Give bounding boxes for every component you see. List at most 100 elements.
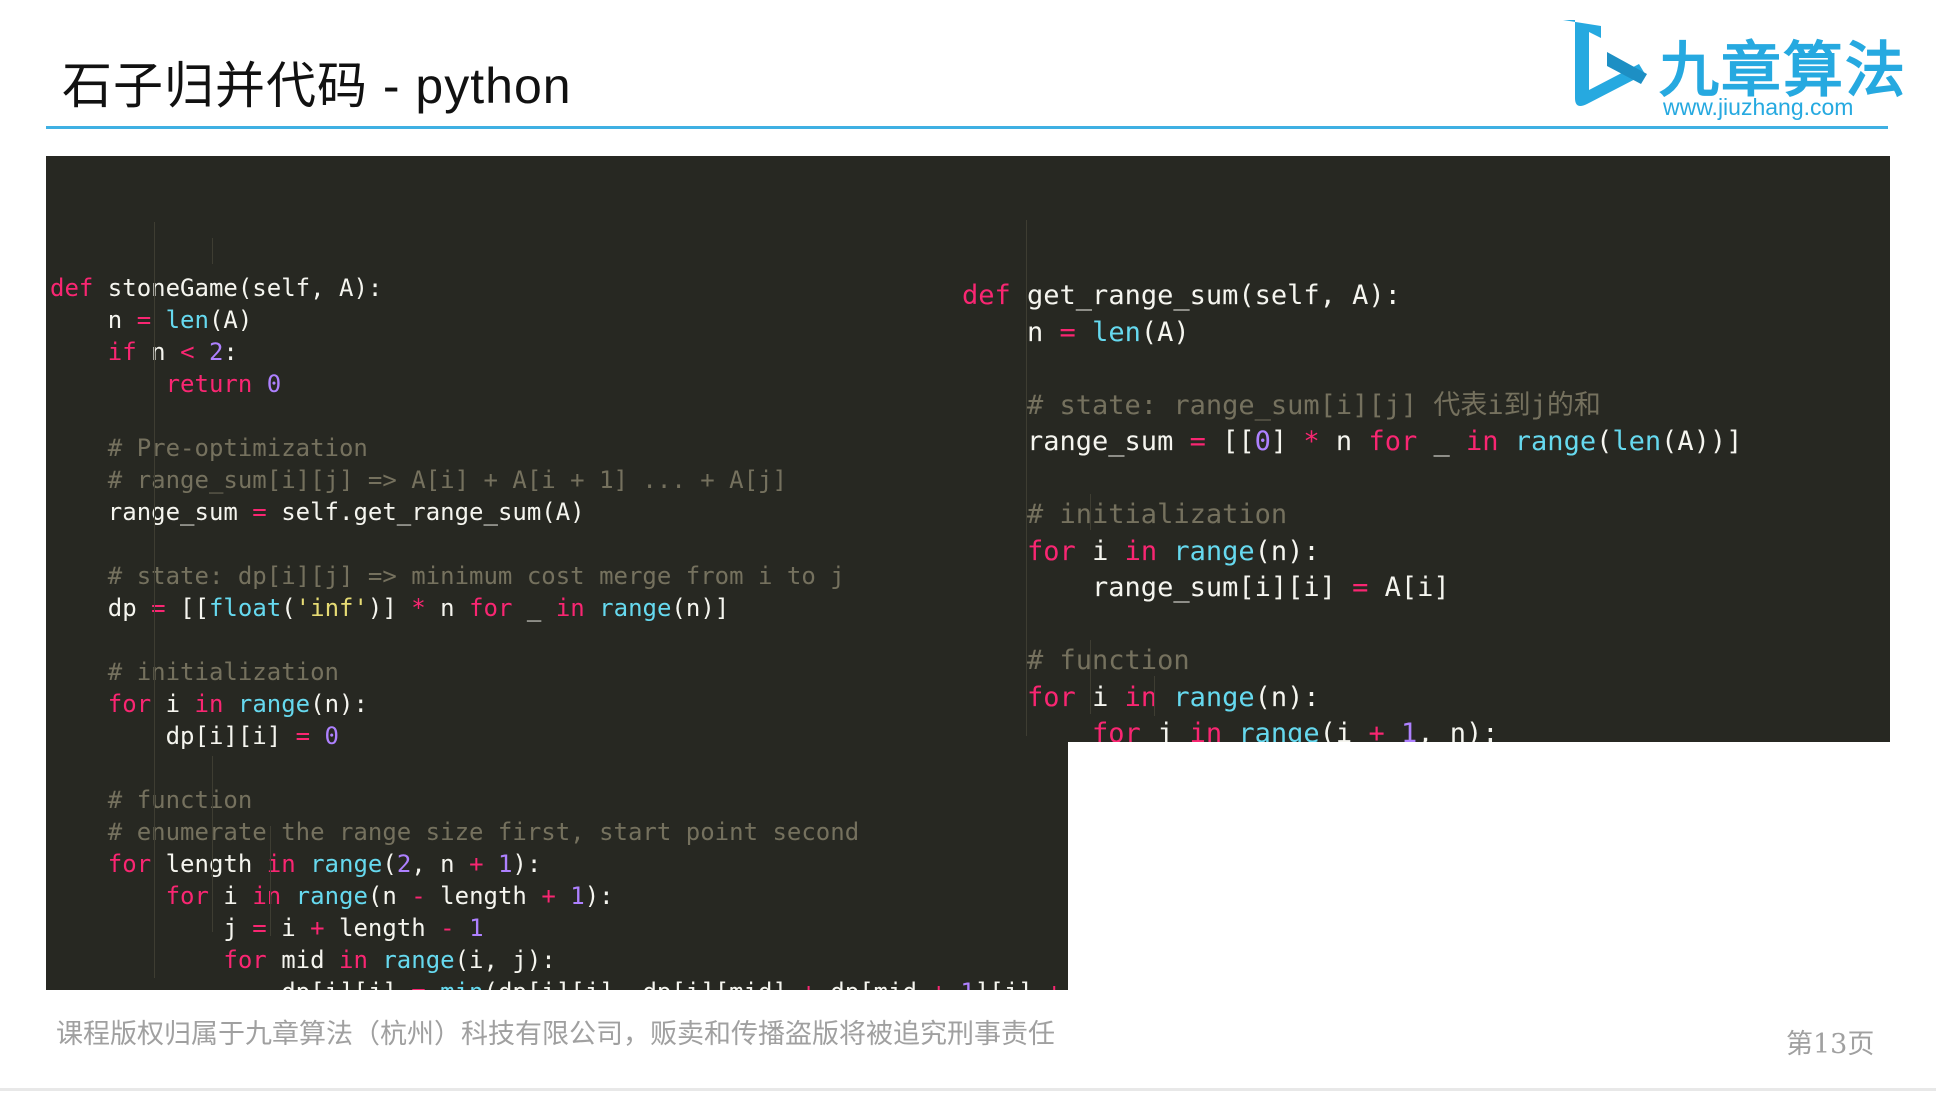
code-token: def <box>50 274 94 302</box>
logo-url: www.jiuzhang.com <box>1663 94 1854 120</box>
code-token: 2 <box>396 850 412 878</box>
code-token: ( <box>382 850 397 878</box>
code-token: < <box>180 338 195 366</box>
code-token: # state: dp[i][j] => minimum cost merge … <box>50 562 845 590</box>
code-token: j <box>50 914 253 942</box>
code-token: = <box>252 498 267 526</box>
code-token: = <box>252 914 267 942</box>
code-token: float <box>208 594 282 622</box>
code-token: get_range_sum(self, A): <box>1010 280 1401 311</box>
code-token: _ <box>512 594 556 622</box>
code-token: + <box>541 882 556 910</box>
code-token: ][j] <box>975 978 1047 990</box>
code-token: ] <box>1270 426 1304 457</box>
indent-guide <box>212 238 213 264</box>
code-token: length <box>151 850 267 878</box>
code-line: # initialization <box>46 656 1068 688</box>
code-token: 0 <box>1254 426 1271 457</box>
code-line: return 0 <box>46 368 1068 400</box>
code-line: def get_range_sum(self, A): <box>960 278 1890 315</box>
code-token: ( <box>1596 426 1613 457</box>
title-divider <box>46 126 1888 129</box>
code-token: j <box>1140 718 1190 742</box>
code-panel-stonegame: def stoneGame(self, A): n = len(A) if n … <box>46 156 1068 990</box>
code-line: # function <box>960 643 1890 680</box>
code-line: for i in range(n): <box>960 534 1890 571</box>
code-token: + <box>931 978 945 990</box>
code-token: in <box>1466 426 1499 457</box>
code-token: i <box>1075 535 1125 567</box>
code-token: _ <box>1417 426 1467 457</box>
code-token: len <box>1612 426 1662 457</box>
indent-guide <box>212 756 213 932</box>
code-token: for <box>107 850 152 878</box>
code-line: dp[i][i] = 0 <box>46 720 1068 752</box>
code-token: [[ <box>1205 426 1255 457</box>
code-token: (n): <box>310 690 368 718</box>
code-line: for length in range(2, n + 1): <box>46 848 1068 880</box>
code-token: = <box>1352 572 1369 603</box>
code-token: - <box>440 914 455 942</box>
code-token: # initialization <box>962 499 1288 530</box>
code-line: for j in range(i + 1, n): <box>960 716 1890 742</box>
code-token: # state: range_sum[i][j] 代表i到j的和 <box>962 389 1601 421</box>
code-token: for <box>107 690 152 718</box>
code-token: + <box>469 850 484 878</box>
code-token: # initialization <box>50 658 339 686</box>
indent-guide <box>270 826 271 936</box>
code-token: n <box>962 316 1060 348</box>
code-token: for <box>165 882 209 910</box>
code-token: in <box>1124 535 1158 567</box>
code-token: in <box>1189 718 1223 742</box>
indent-guide <box>1090 494 1091 530</box>
page-number: 第13页 <box>1786 1029 1875 1060</box>
code-token: - <box>411 882 426 910</box>
code-token: A[i] <box>1368 572 1450 603</box>
code-token: i <box>1075 681 1125 713</box>
code-token: for <box>1027 535 1076 567</box>
code-token: n <box>1319 426 1369 457</box>
code-token: ): <box>584 882 614 910</box>
indent-guide <box>154 222 155 978</box>
code-token: 2 <box>208 338 224 366</box>
code-token: (A) <box>208 306 253 334</box>
code-token: range_sum[i][i] <box>962 572 1353 603</box>
code-token: # range_sum[i][j] => A[i] + A[i + 1] ...… <box>50 466 787 494</box>
code-token: dp[i][i] <box>50 722 296 750</box>
code-token: self.get_range_sum(A) <box>266 498 585 526</box>
code-token: len <box>165 306 209 334</box>
code-token: length <box>425 882 542 910</box>
code-token: dp[mid <box>816 978 932 990</box>
code-token: 1 <box>497 850 513 878</box>
code-lines: def stoneGame(self, A): n = len(A) if n … <box>46 270 1068 990</box>
code-token: (A) <box>1140 316 1190 348</box>
code-token: in <box>266 850 296 878</box>
code-token: (i, j): <box>454 946 556 974</box>
code-line: # function <box>46 784 1068 816</box>
code-token: # enumerate the range size first, start … <box>50 818 860 846</box>
code-token: for <box>1092 718 1141 742</box>
code-token: = <box>136 306 152 334</box>
code-token: # function <box>962 645 1190 676</box>
code-token: = <box>411 978 425 990</box>
copyright-notice: 课程版权归属于九章算法（杭州）科技有限公司，贩卖和传播盗版将被追究刑事责任 <box>56 1019 1055 1050</box>
code-token: (n)] <box>671 594 730 622</box>
code-token: = <box>1189 426 1206 457</box>
